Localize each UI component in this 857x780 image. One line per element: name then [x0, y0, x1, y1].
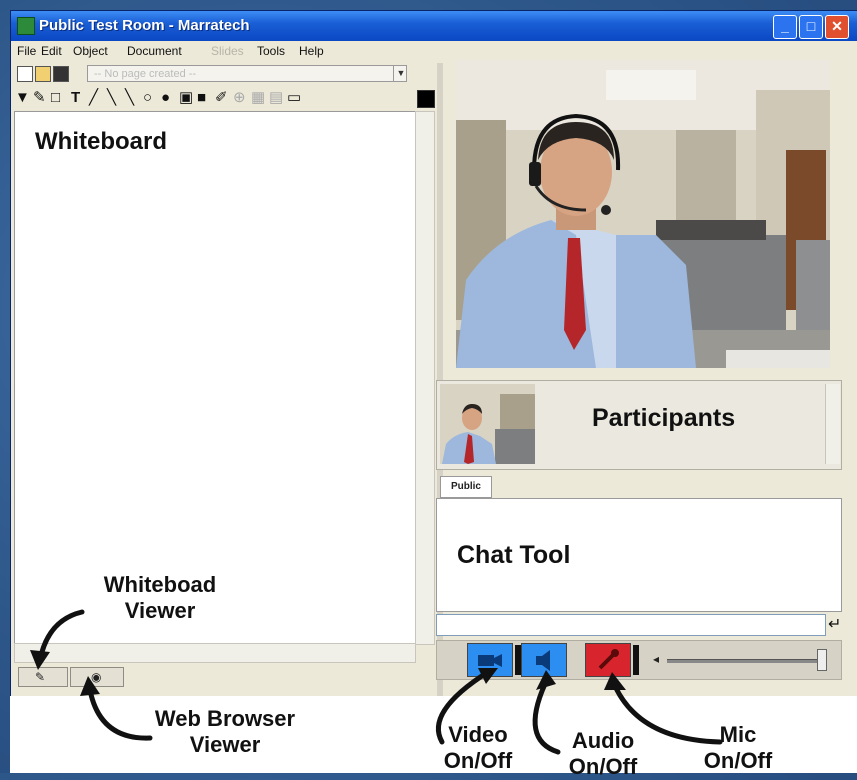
mic-toggle-label-line1: Mic: [719, 722, 757, 747]
viewer-tabs: ✎ ◉: [14, 665, 434, 687]
media-controls: ◂: [436, 640, 842, 680]
speaker-icon: [536, 650, 550, 671]
line-tool-icon[interactable]: ╱: [89, 90, 98, 106]
chat-panel: Chat Tool: [436, 498, 842, 612]
maximize-icon[interactable]: □: [799, 15, 823, 39]
hand-tool-icon[interactable]: ✎: [33, 90, 46, 106]
minimize-icon[interactable]: _: [773, 15, 797, 39]
volume-slider-thumb[interactable]: [817, 649, 827, 671]
window-title: Public Test Room - Marratech: [39, 17, 250, 34]
menu-object[interactable]: Object: [73, 44, 108, 58]
web-browser-tab-icon: ◉: [91, 670, 102, 684]
circle-tool-icon[interactable]: ○: [143, 90, 152, 106]
tab-web-browser-viewer[interactable]: ◉: [70, 667, 124, 687]
web-browser-viewer-label-line2: Viewer: [189, 732, 261, 757]
title-bar: Public Test Room - Marratech _ □ ✕: [11, 11, 857, 41]
video-toggle-label-line1: Video: [448, 722, 508, 747]
volume-slider-track[interactable]: [667, 659, 817, 663]
rect-tool-icon[interactable]: □: [51, 90, 60, 106]
rect-outline-icon[interactable]: ▣: [179, 90, 193, 106]
arrow-line-icon[interactable]: ╲: [125, 90, 134, 106]
participant-thumbnail[interactable]: [440, 384, 535, 464]
mic-level-meter: [633, 645, 639, 675]
filled-circle-icon[interactable]: ●: [161, 90, 170, 106]
video-camera-icon: [478, 654, 502, 667]
menu-document[interactable]: Document: [127, 44, 182, 58]
audio-level-meter: [515, 645, 521, 675]
participant-video-image: [440, 384, 535, 464]
screenshot-icon[interactable]: ▭: [287, 90, 301, 106]
tab-whiteboard-viewer[interactable]: ✎: [18, 667, 68, 687]
whiteboard-tab-icon: ✎: [35, 670, 46, 684]
video-toggle-button[interactable]: [467, 643, 513, 677]
participants-scrollbar[interactable]: [825, 384, 840, 464]
open-icon[interactable]: [35, 66, 51, 82]
chat-title: Chat Tool: [457, 541, 571, 569]
whiteboard-vertical-scrollbar[interactable]: [415, 111, 435, 645]
text-tool-icon[interactable]: T: [71, 90, 80, 106]
whiteboard-viewer-label: Whiteboad Viewer: [60, 572, 260, 624]
audio-toggle-label-line2: On/Off: [568, 754, 638, 779]
grid-icon[interactable]: ▤: [269, 90, 283, 106]
video-toggle-label: Video On/Off: [428, 722, 528, 774]
mic-icon: [598, 649, 619, 670]
chevron-down-icon[interactable]: ▼: [393, 66, 408, 81]
menu-file[interactable]: File: [17, 44, 36, 58]
menu-help[interactable]: Help: [299, 44, 324, 58]
select-arrow-icon[interactable]: ▼: [15, 90, 30, 106]
color-swatch[interactable]: [417, 90, 435, 108]
menu-edit[interactable]: Edit: [41, 44, 62, 58]
participants-title: Participants: [592, 404, 736, 432]
presenter-video-image: [456, 60, 830, 368]
backslash-line-icon[interactable]: ╲: [107, 90, 116, 106]
volume-low-icon: ◂: [653, 652, 660, 666]
image-icon[interactable]: ▦: [251, 90, 265, 106]
new-icon[interactable]: [17, 66, 33, 82]
chat-input[interactable]: [436, 614, 826, 636]
app-icon: [17, 17, 35, 35]
menu-tools[interactable]: Tools: [257, 44, 285, 58]
video-feed: [456, 60, 830, 368]
whiteboard-horizontal-scrollbar[interactable]: [14, 643, 416, 663]
whiteboard-viewer-label-line1: Whiteboad: [103, 572, 217, 597]
tab-public-chat[interactable]: Public: [440, 476, 492, 498]
video-toggle-label-line2: On/Off: [443, 748, 513, 773]
audio-toggle-label-line1: Audio: [571, 728, 635, 753]
web-browser-viewer-label: Web Browser Viewer: [130, 706, 320, 758]
mic-toggle-label: Mic On/Off: [688, 722, 788, 774]
participants-panel: Participants: [436, 380, 842, 470]
enter-icon[interactable]: ↵: [828, 614, 841, 634]
whiteboard-canvas[interactable]: Whiteboard: [14, 111, 416, 645]
whiteboard-title: Whiteboard: [35, 128, 167, 155]
audio-toggle-label: Audio On/Off: [548, 728, 658, 780]
drawing-toolbar: ▼ ✎ □ T ╱ ╲ ╲ ○ ● ▣ ■ ✐ ⊕ ▦ ▤ ▭: [11, 87, 441, 109]
file-toolbar: -- No page created -- ▼: [11, 63, 441, 85]
mic-toggle-button[interactable]: [585, 643, 631, 677]
mic-toggle-label-line2: On/Off: [703, 748, 773, 773]
whiteboard-viewer-label-line2: Viewer: [124, 598, 196, 623]
menu-slides: Slides: [211, 44, 244, 58]
audio-toggle-button[interactable]: [521, 643, 567, 677]
filled-rect-icon[interactable]: ■: [197, 90, 206, 106]
web-browser-viewer-label-line1: Web Browser: [154, 706, 296, 731]
page-select[interactable]: -- No page created --: [87, 65, 407, 82]
pencil-icon[interactable]: ✐: [215, 90, 228, 106]
stamp-icon[interactable]: ⊕: [233, 90, 246, 106]
menu-bar: File Edit Object Document Slides Tools H…: [11, 41, 441, 61]
save-icon[interactable]: [53, 66, 69, 82]
close-icon[interactable]: ✕: [825, 15, 849, 39]
